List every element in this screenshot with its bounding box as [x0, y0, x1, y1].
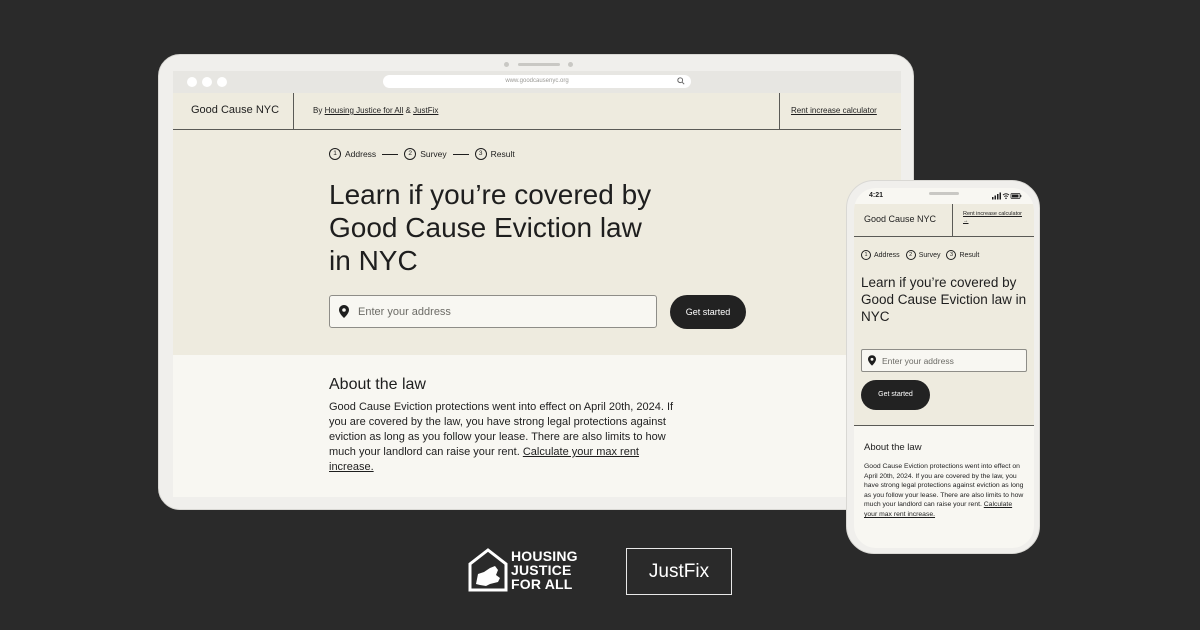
house-state-icon	[468, 548, 508, 592]
site-brand[interactable]: Good Cause NYC	[191, 104, 279, 116]
step-connector	[382, 153, 399, 155]
site-brand[interactable]: Good Cause NYC	[864, 214, 936, 224]
phone-notch	[929, 192, 959, 195]
location-pin-icon	[868, 355, 876, 366]
address-placeholder: Enter your address	[358, 306, 451, 318]
byline: By Housing Justice for All & JustFix	[313, 106, 438, 115]
progress-steps: 1 Address 2 Survey 3 Result	[329, 148, 515, 160]
logo-line: FOR ALL	[511, 576, 573, 592]
logo-wordmark: HOUSING JUSTICE FOR ALL	[511, 549, 578, 591]
header-divider	[293, 93, 294, 129]
rent-calculator-link[interactable]: Rent increase calculator	[791, 106, 877, 115]
get-started-button[interactable]: Get started	[861, 380, 930, 410]
progress-steps: 1 Address 2 Survey 3 Result	[861, 250, 979, 260]
logo-line: HOUSING	[511, 548, 578, 564]
location-pin-icon	[339, 305, 349, 318]
step-label: Result	[490, 149, 515, 159]
step-number: 2	[905, 250, 916, 260]
about-body: Good Cause Eviction protections went int…	[864, 462, 1026, 520]
hero-title: Learn if you’re covered by Good Cause Ev…	[861, 275, 1027, 324]
step-number: 3	[474, 148, 487, 160]
step-label: Result	[959, 251, 980, 259]
hero-section: 1 Address 2 Survey 3 Result Learn if you…	[173, 130, 901, 355]
step-number: 1	[329, 148, 341, 160]
speaker-bar	[518, 63, 560, 66]
housing-justice-link[interactable]: Housing Justice for All	[325, 106, 404, 115]
rent-calculator-link[interactable]: Rent increase calculator →	[963, 211, 1023, 225]
window-minimize-button[interactable]	[202, 77, 212, 87]
step-number: 3	[946, 250, 957, 260]
step-label: Survey	[918, 251, 941, 259]
get-started-button[interactable]: Get started	[670, 295, 746, 329]
step-label: Survey	[420, 149, 447, 159]
about-body: Good Cause Eviction protections went int…	[329, 400, 674, 475]
step-label: Address	[874, 251, 900, 259]
header-divider	[779, 93, 780, 129]
justfix-logo: JustFix	[626, 548, 732, 595]
tablet-mockup: www.goodcausenyc.org Good Cause NYC By H…	[158, 54, 914, 510]
byline-amp: &	[405, 106, 411, 115]
site-header: Good Cause NYC By Housing Justice for Al…	[173, 93, 901, 130]
housing-justice-for-all-logo: HOUSING JUSTICE FOR ALL	[468, 548, 583, 594]
url-bar[interactable]: www.goodcausenyc.org	[383, 75, 691, 88]
address-placeholder: Enter your address	[882, 356, 954, 366]
address-input[interactable]: Enter your address	[329, 295, 657, 328]
step-number: 2	[404, 148, 417, 160]
tablet-screen: www.goodcausenyc.org Good Cause NYC By H…	[173, 71, 901, 497]
about-heading: About the law	[864, 442, 922, 453]
window-maximize-button[interactable]	[217, 77, 227, 87]
status-icons	[992, 192, 1022, 200]
about-section: About the law Good Cause Eviction protec…	[864, 442, 1026, 520]
rent-calculator-label: Rent increase calculator	[963, 211, 1023, 217]
phone-site-header: Good Cause NYC Rent increase calculator …	[854, 204, 1034, 237]
camera-dot	[568, 62, 573, 67]
logo-line: JUSTICE	[511, 562, 572, 578]
window-close-button[interactable]	[187, 77, 197, 87]
about-heading: About the law	[329, 376, 426, 393]
about-section: About the law Good Cause Eviction protec…	[329, 376, 674, 475]
byline-prefix: By	[313, 106, 323, 115]
header-divider	[952, 204, 953, 236]
url-text: www.goodcausenyc.org	[505, 78, 569, 84]
status-time: 4:21	[869, 192, 884, 199]
search-icon	[677, 77, 685, 85]
address-input[interactable]: Enter your address	[861, 349, 1027, 372]
camera-dot	[504, 62, 509, 67]
step-connector	[452, 153, 469, 155]
phone-mockup: 4:21 Good Cause NYC Rent increase calcul…	[846, 180, 1040, 554]
arrow-right-icon: →	[963, 218, 969, 224]
step-label: Address	[345, 149, 377, 159]
justfix-link[interactable]: JustFix	[413, 106, 438, 115]
step-number: 1	[861, 250, 871, 260]
phone-hero-section: 1 Address 2 Survey 3 Result Learn if you…	[854, 237, 1034, 426]
tablet-camera	[504, 61, 574, 69]
phone-screen: 4:21 Good Cause NYC Rent increase calcul…	[854, 188, 1034, 548]
browser-toolbar: www.goodcausenyc.org	[173, 71, 901, 93]
hero-title: Learn if you’re covered by Good Cause Ev…	[329, 179, 652, 276]
